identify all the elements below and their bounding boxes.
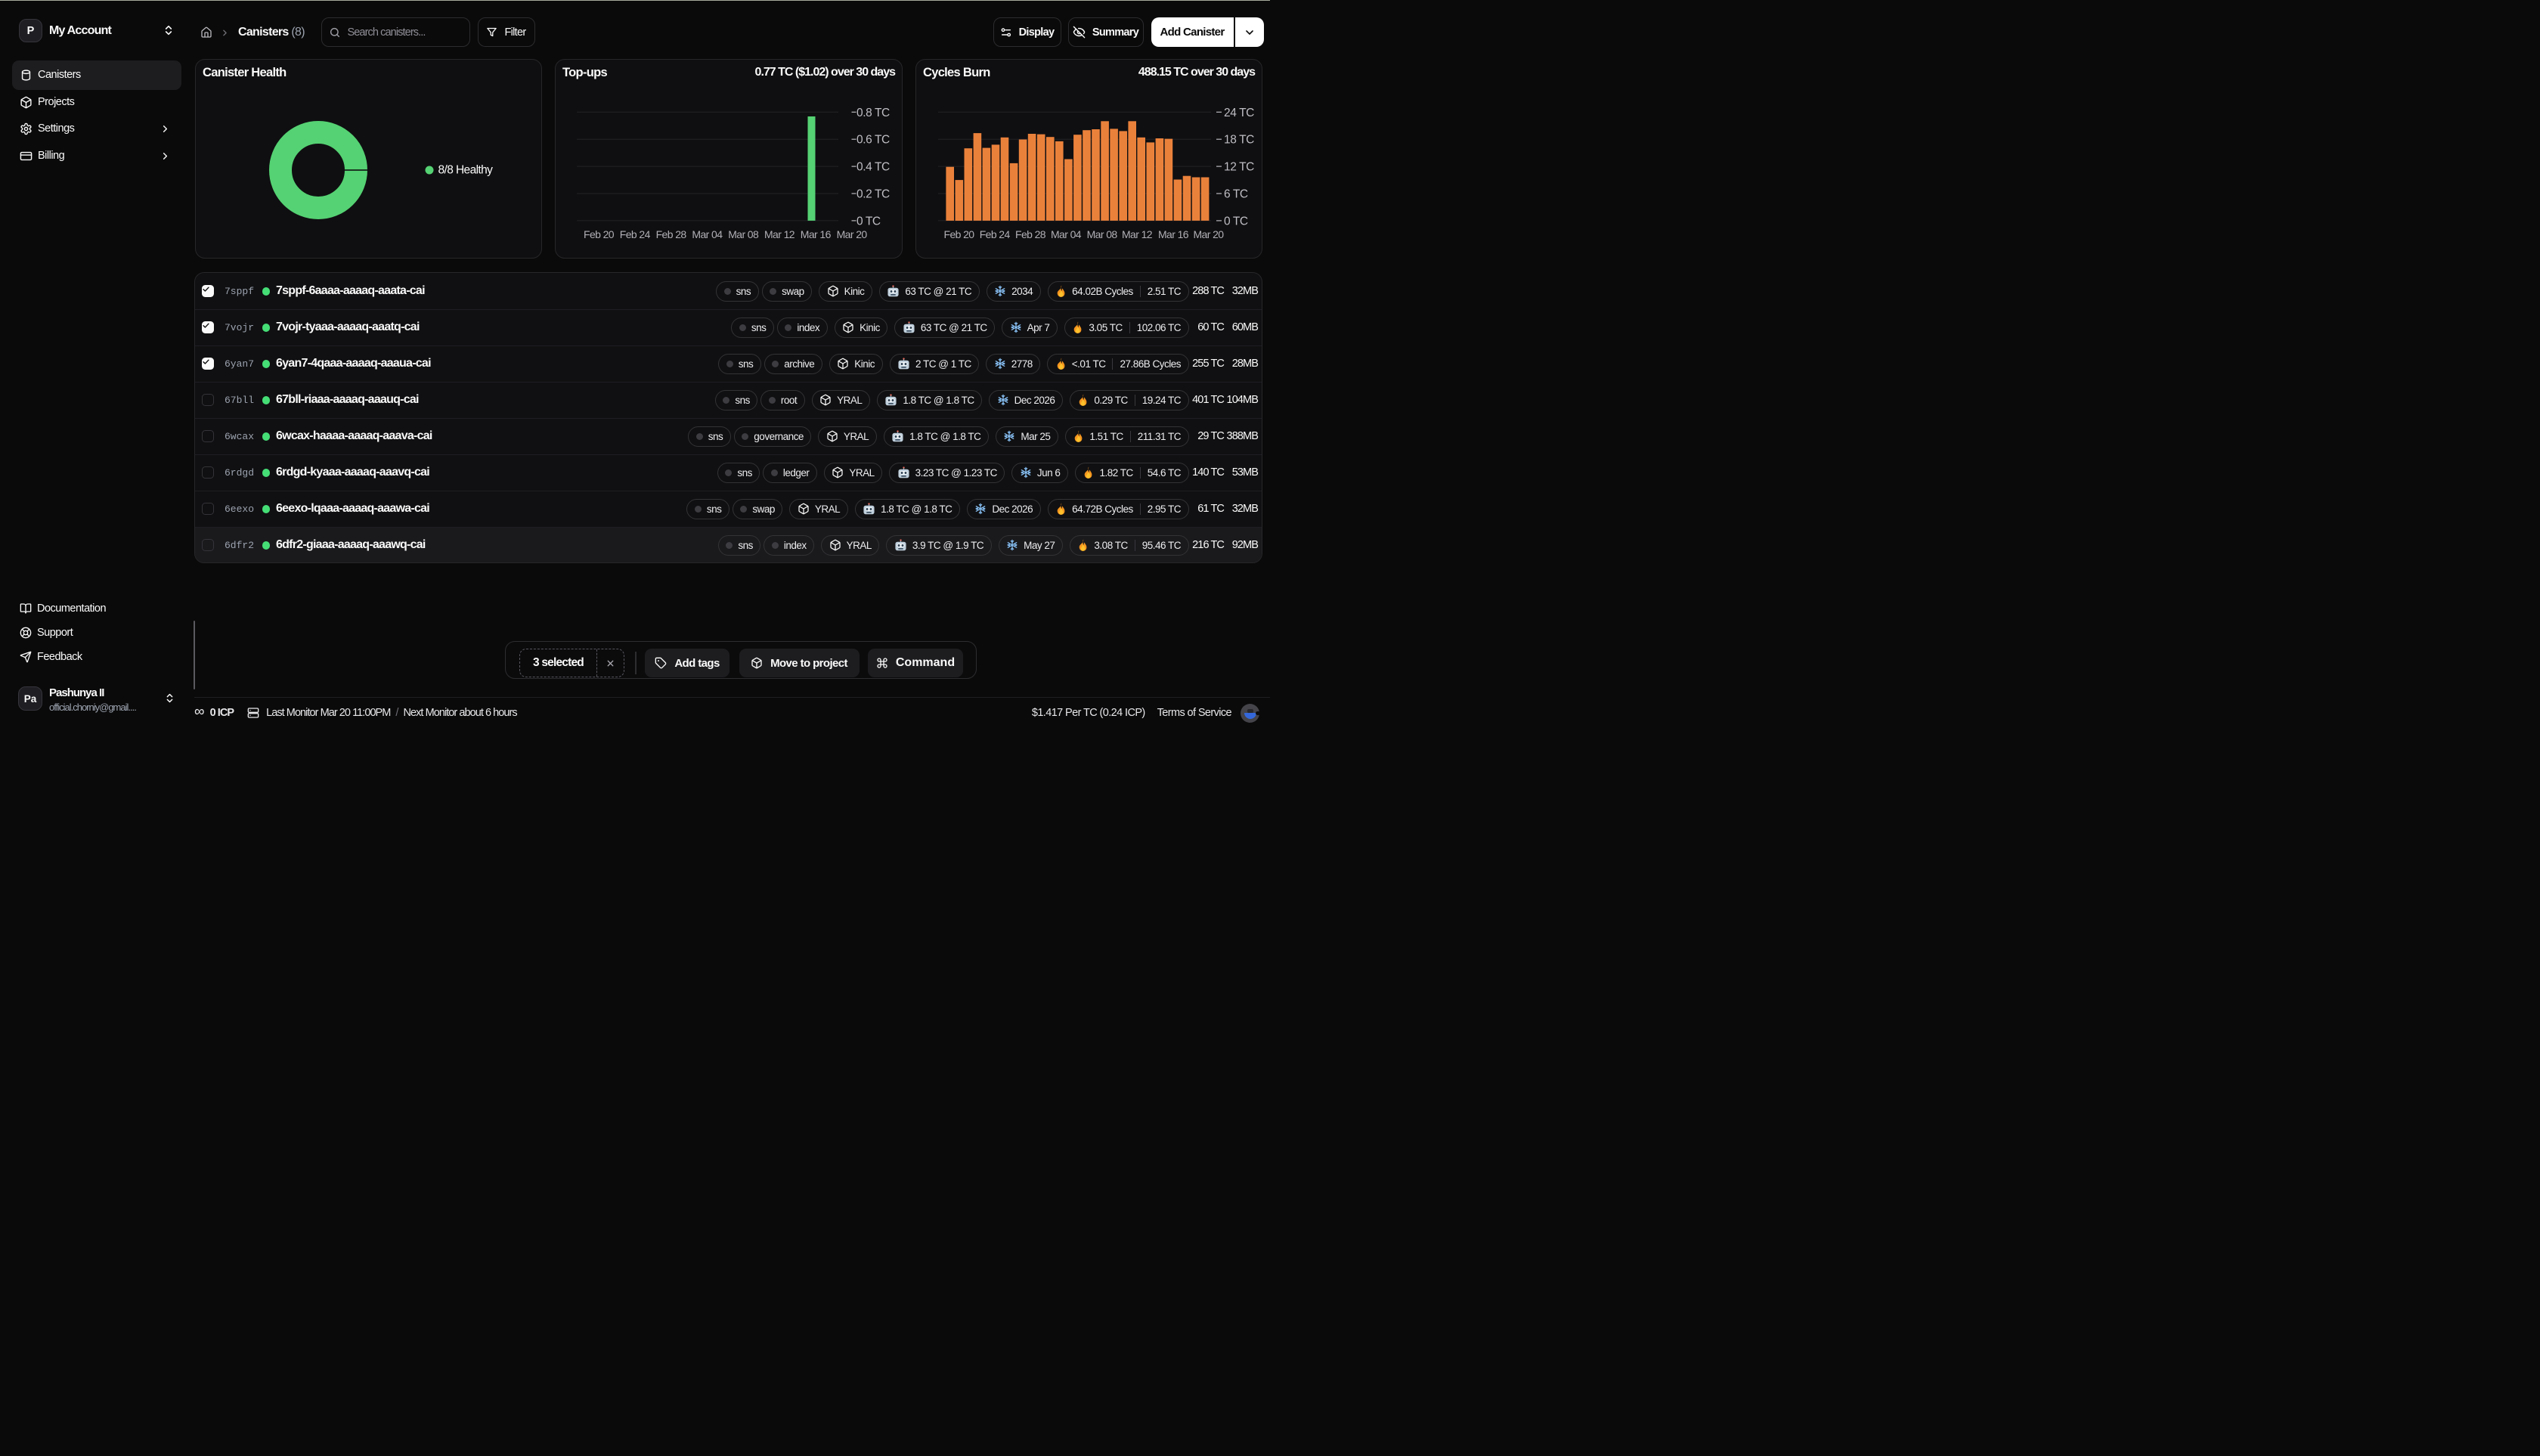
svg-text:24 TC: 24 TC <box>1224 107 1254 119</box>
svg-text:0 TC: 0 TC <box>856 215 881 228</box>
svg-text:Feb 28: Feb 28 <box>1015 228 1046 240</box>
svg-text:Mar 20: Mar 20 <box>1194 228 1225 240</box>
svg-text:0.6 TC: 0.6 TC <box>856 134 890 147</box>
svg-text:6 TC: 6 TC <box>1224 188 1248 201</box>
svg-text:Feb 20: Feb 20 <box>944 228 975 240</box>
svg-text:0.8 TC: 0.8 TC <box>856 107 890 119</box>
svg-text:Feb 28: Feb 28 <box>656 228 687 240</box>
svg-text:Mar 12: Mar 12 <box>764 228 795 240</box>
svg-text:Feb 20: Feb 20 <box>584 228 615 240</box>
svg-text:Mar 16: Mar 16 <box>801 228 832 240</box>
svg-text:0.4 TC: 0.4 TC <box>856 161 890 174</box>
svg-text:Mar 04: Mar 04 <box>692 228 723 240</box>
svg-text:0.2 TC: 0.2 TC <box>856 188 890 201</box>
svg-text:Mar 16: Mar 16 <box>1158 228 1189 240</box>
svg-text:Feb 24: Feb 24 <box>620 228 651 240</box>
svg-text:12 TC: 12 TC <box>1224 161 1254 174</box>
svg-text:Mar 08: Mar 08 <box>728 228 759 240</box>
svg-text:Mar 12: Mar 12 <box>1122 228 1153 240</box>
svg-text:Mar 04: Mar 04 <box>1051 228 1082 240</box>
svg-text:18 TC: 18 TC <box>1224 134 1254 147</box>
svg-text:Feb 24: Feb 24 <box>980 228 1011 240</box>
svg-text:8/8 Healthy: 8/8 Healthy <box>438 164 494 177</box>
svg-text:Mar 20: Mar 20 <box>837 228 868 240</box>
svg-text:0 TC: 0 TC <box>1224 215 1248 228</box>
svg-text:Mar 08: Mar 08 <box>1087 228 1118 240</box>
